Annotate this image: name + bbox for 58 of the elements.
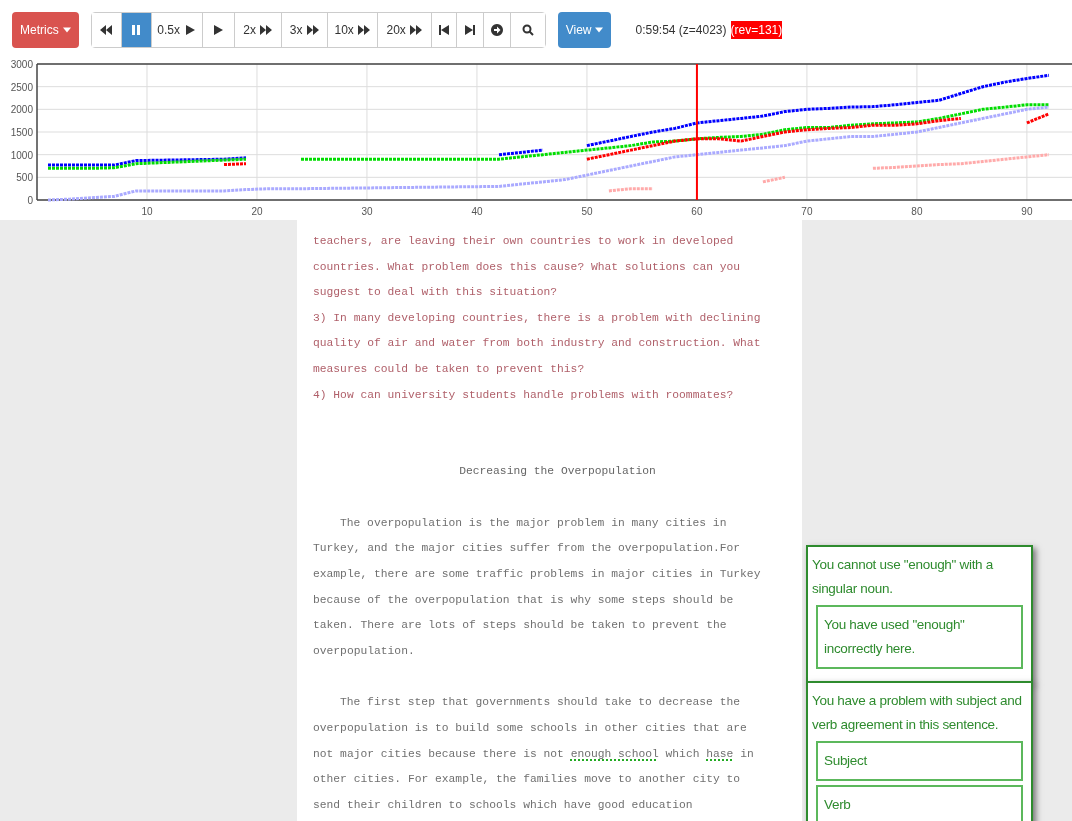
text-line: send their children to schools which have good education: [313, 797, 694, 813]
caret-icon: [595, 27, 604, 33]
text-line: Decreasing the Overpopulation: [458, 464, 657, 480]
playback-status: 0:59:54 (z=4023): [635, 22, 727, 39]
text-line: overpopulation is to build some schools in other cities that are: [313, 720, 748, 736]
axis-tick-label: 0: [27, 195, 33, 206]
axis-tick-label: 1500: [10, 127, 33, 138]
text-line: teachers, are leaving their own countries to work in developed: [313, 234, 735, 249]
pause-icon: [130, 24, 143, 36]
caret-icon: [62, 27, 71, 33]
revision-badge: (rev=131): [730, 21, 783, 39]
feedback-option[interactable]: Subject: [816, 741, 1023, 781]
axis-tick-label: 3000: [10, 60, 33, 70]
fast-forward-icon: [409, 24, 422, 36]
text-line: Turkey, and the major cities suffer from the overpopulation.For: [313, 541, 742, 557]
text-line: countries. What problem does this cause? What solutions can you: [313, 259, 742, 275]
skip-back-icon: [437, 24, 450, 36]
playback-button[interactable]: [91, 13, 122, 47]
axis-tick-label: 50: [581, 206, 593, 217]
feedback-message: You have a problem with subject and verb agreement in this sentence.: [812, 692, 1023, 734]
axis-tick-label: 90: [1021, 206, 1033, 217]
text-line: The first step that governments should take to decrease the: [339, 695, 741, 711]
feedback-option[interactable]: You have used "enough" incorrectly here.: [816, 605, 1023, 669]
text-line: overpopulation.: [313, 643, 416, 659]
axis-tick-label: 2000: [10, 104, 33, 116]
text-line: not major cities because there is not enough school which hase in: [313, 746, 755, 762]
rewind-icon: [100, 24, 113, 36]
axis-tick-label: 70: [801, 206, 813, 217]
text-line: other cities. For example, the families move to another city to: [313, 772, 742, 788]
metrics-dropdown-button[interactable]: Metrics: [12, 12, 79, 48]
axis-tick-label: 2500: [10, 81, 33, 93]
axis-tick-label: 1000: [10, 149, 33, 161]
axis-tick-label: 20: [251, 206, 263, 217]
axis-tick-label: 500: [16, 172, 33, 184]
search-icon: [521, 24, 534, 36]
text-line: example, there are some traffic problems in major cities in Turkey: [313, 566, 762, 582]
fast-forward-icon: [306, 24, 319, 36]
skip-forward-icon: [463, 24, 476, 36]
feedback-option[interactable]: Verb: [816, 785, 1023, 821]
text-line: because of the overpopulation that is why some steps should be: [313, 592, 735, 608]
fast-forward-icon: [357, 24, 370, 36]
view-dropdown-button[interactable]: View: [557, 12, 612, 48]
play-icon: [184, 24, 196, 36]
axis-tick-label: 30: [361, 206, 373, 217]
axis-tick-label: 80: [911, 206, 923, 217]
text-line: 4) How can university students handle problems with roommates?: [313, 387, 735, 403]
fast-forward-icon: [260, 24, 272, 36]
text-line: The overpopulation is the major problem in many cities in: [339, 515, 728, 531]
axis-tick-label: 10: [141, 206, 153, 217]
text-line: suggest to deal with this situation?: [313, 285, 559, 301]
text-line: taken. There are lots of steps should be taken to prevent the: [313, 618, 728, 634]
axis-tick-label: 40: [471, 206, 483, 217]
axis-tick-label: 60: [691, 206, 703, 217]
text-line: measures could be taken to prevent this?: [313, 361, 586, 377]
feedback-message: You cannot use "enough" with a singular noun.: [812, 556, 994, 598]
text-line: 3) In many developing countries, there is a problem with declining: [313, 310, 762, 326]
text-line: quality of air and water from both industry and construction. What: [313, 336, 762, 352]
play-icon: [212, 24, 225, 36]
